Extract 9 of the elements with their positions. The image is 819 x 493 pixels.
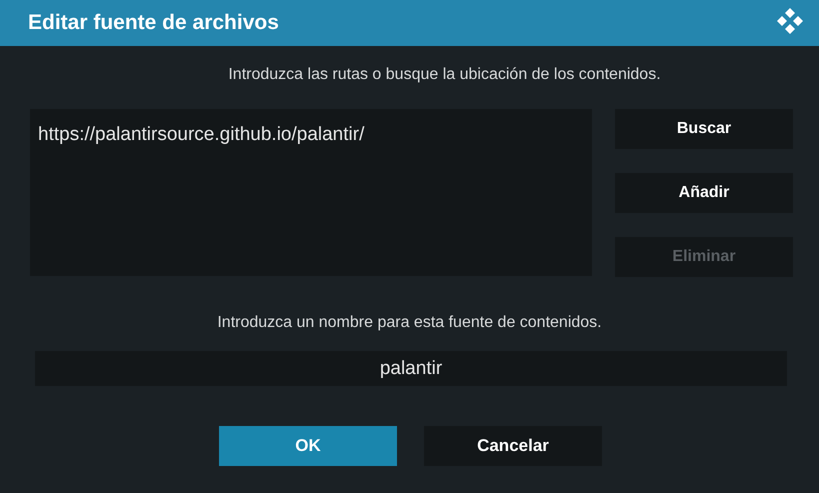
name-field[interactable]: palantir [35,351,787,386]
dialog-button[interactable]: OK [219,426,397,466]
instruction-text: Introduzca un nombre para esta fuente de contenidos. [217,313,602,333]
path-item[interactable]: https://palantirsource.github.io/palantir/ [38,121,592,150]
window-title: Editar fuente de archivos [28,10,279,36]
side-button[interactable]: Buscar [615,109,793,149]
side-button[interactable]: Añadir [615,173,793,213]
instruction-text: Introduzca las rutas o busque la ubicación de los contenidos. [227,65,661,85]
dialog-button[interactable]: Cancelar [424,426,602,466]
